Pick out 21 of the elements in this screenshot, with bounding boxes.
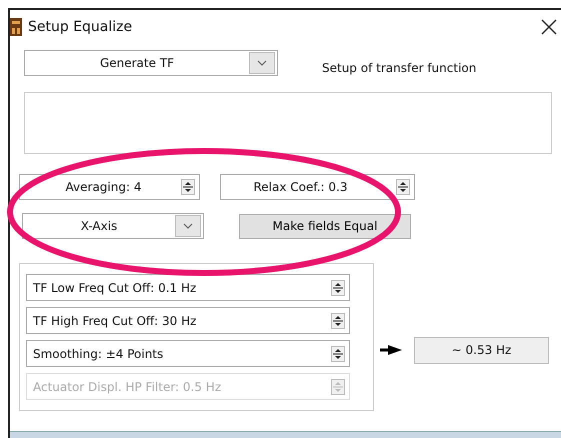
spin-field[interactable]: Smoothing: ±4 Points [26, 340, 350, 367]
spinner-arrows-icon[interactable] [396, 179, 410, 195]
window-title: Setup Equalize [28, 19, 134, 35]
app-icon [10, 18, 22, 36]
axis-dropdown[interactable]: X-Axis [22, 213, 204, 239]
chevron-icon [257, 60, 267, 66]
spinner-arrows-icon[interactable] [331, 312, 345, 328]
make-equal-button[interactable]: Make fields Equal [239, 214, 411, 238]
arrow-icon [380, 345, 402, 355]
spin-field[interactable]: TF High Freq Cut Off: 30 Hz [26, 307, 350, 334]
close-icon[interactable] [541, 19, 557, 35]
spinner-arrows-icon[interactable] [331, 346, 345, 362]
spinner-arrows-icon[interactable] [181, 179, 195, 195]
description-label: Setup of transfer function [322, 61, 476, 75]
spin-field[interactable]: TF Low Freq Cut Off: 0.1 Hz [26, 274, 350, 301]
mode-dropdown[interactable]: Generate TF [24, 50, 278, 76]
spin-field[interactable]: Averaging: 4 [19, 174, 200, 200]
smoothing-readout: ~ 0.53 Hz [414, 336, 549, 364]
chevron-icon [183, 223, 193, 229]
spin-field[interactable]: Relax Coef.: 0.3 [220, 174, 415, 200]
spinner-arrows-icon[interactable] [331, 280, 345, 296]
